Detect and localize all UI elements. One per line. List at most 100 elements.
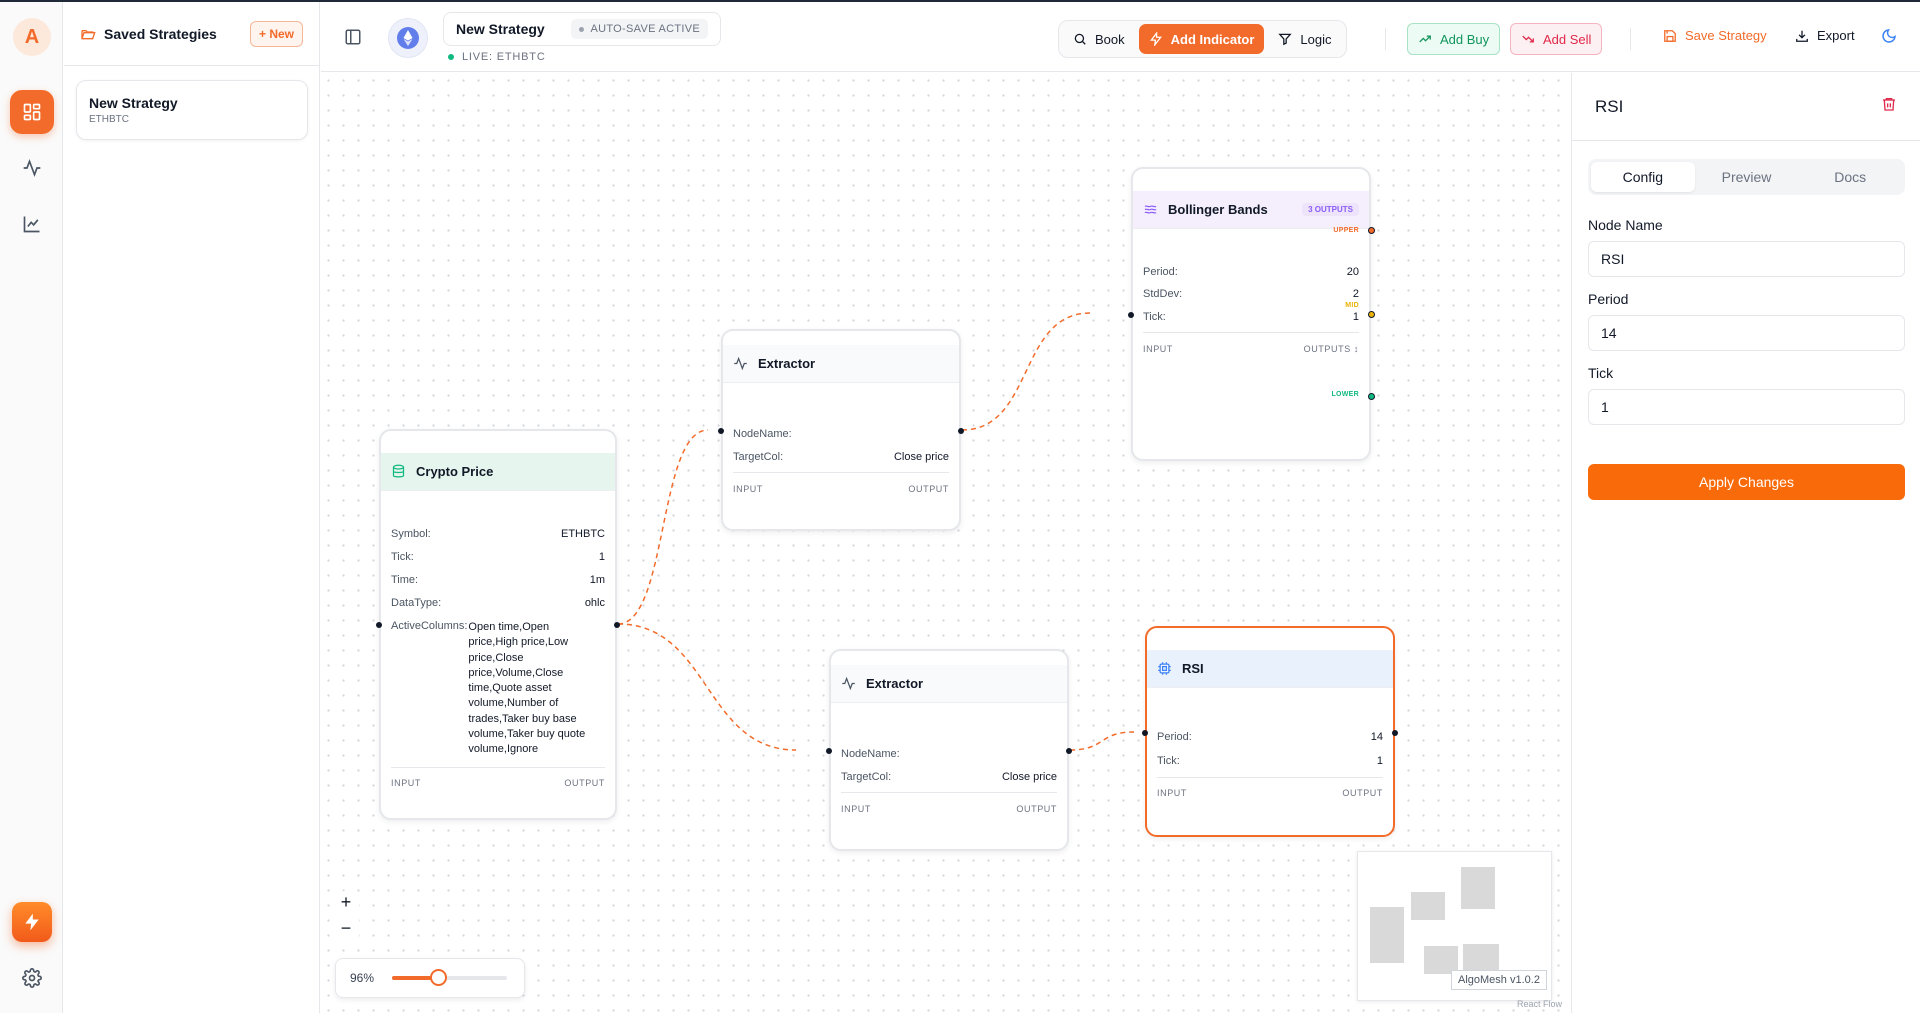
active-columns-line: price,Volume,Close [468, 666, 564, 679]
add-buy-button[interactable]: Add Buy [1407, 23, 1501, 55]
add-buy-label: Add Buy [1440, 31, 1490, 47]
node-title: Extractor [758, 356, 816, 371]
input-handle[interactable] [1128, 312, 1134, 318]
export-button[interactable]: Export [1795, 28, 1855, 43]
new-strategy-button[interactable]: + New [249, 20, 303, 47]
field-key: Period: [1143, 266, 1178, 278]
input-handle[interactable] [1142, 730, 1148, 736]
node-ports: INPUT OUTPUT [1157, 788, 1383, 798]
node-header: Bollinger Bands 3 OUTPUTS [1133, 191, 1369, 229]
activity-icon [23, 158, 41, 178]
nav-chart-button[interactable] [10, 202, 54, 246]
autosave-badge: AUTO-SAVE ACTIVE [571, 19, 708, 39]
toolbar-divider [1385, 28, 1386, 50]
field-value: ETHBTC [561, 528, 605, 540]
sidebar-icon [345, 29, 361, 45]
zoom-slider[interactable] [392, 969, 507, 986]
strategy-name: New Strategy [456, 21, 545, 37]
ethereum-icon [397, 27, 419, 49]
crypto-price-node[interactable]: Crypto Price Symbol: ETHBTC Tick: 1 Time: 1… [376, 429, 620, 820]
panel-title: RSI [1595, 96, 1624, 116]
output-handle[interactable] [1392, 730, 1398, 736]
strategy-card[interactable]: New Strategy ETHBTC [76, 80, 308, 140]
field-key: Tick: [1143, 311, 1166, 323]
field-row: Time: 1m [391, 574, 605, 586]
period-input[interactable] [1588, 315, 1905, 351]
node-name-input[interactable] [1588, 241, 1905, 277]
quick-action-button[interactable] [12, 902, 52, 942]
theme-toggle-button[interactable] [1881, 28, 1897, 49]
active-columns-line: Open time,Open [468, 621, 550, 633]
settings-button[interactable] [10, 956, 54, 1000]
book-button[interactable]: Book [1063, 24, 1135, 54]
logic-button[interactable]: Logic [1268, 24, 1341, 54]
tab-config[interactable]: Config [1591, 162, 1695, 192]
edge-extractor1-bollinger[interactable] [961, 312, 1091, 431]
field-key: Tick: [391, 551, 414, 563]
field-row: Period: 20 [1143, 266, 1359, 278]
zoom-out-button[interactable]: − [333, 917, 359, 939]
add-sell-label: Add Sell [1543, 31, 1592, 47]
tick-input[interactable] [1588, 389, 1905, 425]
input-handle[interactable] [376, 622, 382, 628]
rsi-node[interactable]: RSI Period: 14 Tick: 1 INPUT OUTPUT [1142, 626, 1398, 837]
app-logo[interactable]: A [13, 18, 51, 56]
field-key: Time: [391, 574, 419, 586]
output-handle[interactable] [1066, 748, 1072, 754]
trending-up-icon [1419, 35, 1431, 43]
field-value: 1 [598, 551, 605, 563]
input-label: INPUT [1157, 788, 1187, 798]
grid-icon [23, 103, 41, 121]
node-ports: INPUT OUTPUT [391, 778, 605, 788]
mid-output-handle[interactable] [1368, 311, 1375, 318]
field-row: DataType: ohlc [391, 597, 605, 609]
zoom-level: 96% [350, 971, 375, 985]
edge-extractor2-rsi[interactable] [1069, 731, 1135, 751]
edge-crypto-extractor1[interactable] [617, 429, 709, 625]
trash-icon [1883, 98, 1895, 111]
saved-strategies-panel: Saved Strategies + New New Strategy ETHB… [64, 2, 320, 1013]
tab-docs[interactable]: Docs [1798, 162, 1902, 192]
edge-crypto-extractor2[interactable] [617, 623, 797, 751]
delete-node-button[interactable] [1881, 96, 1897, 117]
field-value: 1m [589, 574, 605, 586]
save-strategy-button[interactable]: Save Strategy [1663, 28, 1767, 43]
input-handle[interactable] [718, 428, 724, 434]
extractor-node[interactable]: Extractor NodeName: TargetCol: Close pric… [718, 329, 964, 531]
nav-strategies-button[interactable] [10, 90, 54, 134]
field-value: 2 [1352, 288, 1359, 300]
add-sell-button[interactable]: Add Sell [1510, 23, 1603, 55]
toolbar-group: Book Add Indicator Logic [1058, 20, 1347, 58]
apply-changes-button[interactable]: Apply Changes [1588, 464, 1905, 500]
node-header: RSI [1147, 650, 1393, 688]
extractor-node[interactable]: Extractor NodeName: TargetCol: Close pric… [826, 649, 1072, 851]
upper-output-handle[interactable] [1368, 227, 1375, 234]
node-divider [391, 767, 605, 768]
gear-icon [22, 968, 42, 988]
sidebar-toggle-button[interactable] [344, 28, 362, 51]
zoom-slider-handle[interactable] [430, 969, 447, 986]
filter-icon [1278, 33, 1293, 46]
field-row: Symbol: ETHBTC [391, 528, 605, 540]
tab-preview[interactable]: Preview [1695, 162, 1799, 192]
strategy-name-box[interactable]: New Strategy AUTO-SAVE ACTIVE [443, 12, 721, 46]
nav-activity-button[interactable] [10, 146, 54, 190]
lower-output-handle[interactable] [1368, 393, 1375, 400]
panel-header: RSI [1572, 73, 1920, 141]
output-handle[interactable] [958, 428, 964, 434]
output-handle[interactable] [614, 622, 620, 628]
input-label: INPUT [391, 778, 421, 788]
node-ports: INPUT OUTPUT [841, 804, 1057, 814]
react-flow-attribution[interactable]: React Flow [1517, 999, 1562, 1009]
zoom-in-button[interactable]: + [333, 891, 359, 913]
flow-canvas[interactable]: Crypto Price Symbol: ETHBTC Tick: 1 Time: 1… [321, 73, 1570, 1013]
book-label: Book [1095, 31, 1125, 47]
field-key: TargetCol: [733, 451, 784, 463]
node-header: Crypto Price [381, 453, 615, 491]
input-handle[interactable] [826, 748, 832, 754]
add-indicator-button[interactable]: Add Indicator [1138, 24, 1265, 54]
input-label: INPUT [733, 484, 763, 494]
bollinger-bands-node[interactable]: Bollinger Bands 3 OUTPUTS UPPER Period: 2… [1128, 167, 1375, 461]
field-key: Symbol: [391, 528, 431, 540]
add-indicator-label: Add Indicator [1170, 31, 1255, 47]
